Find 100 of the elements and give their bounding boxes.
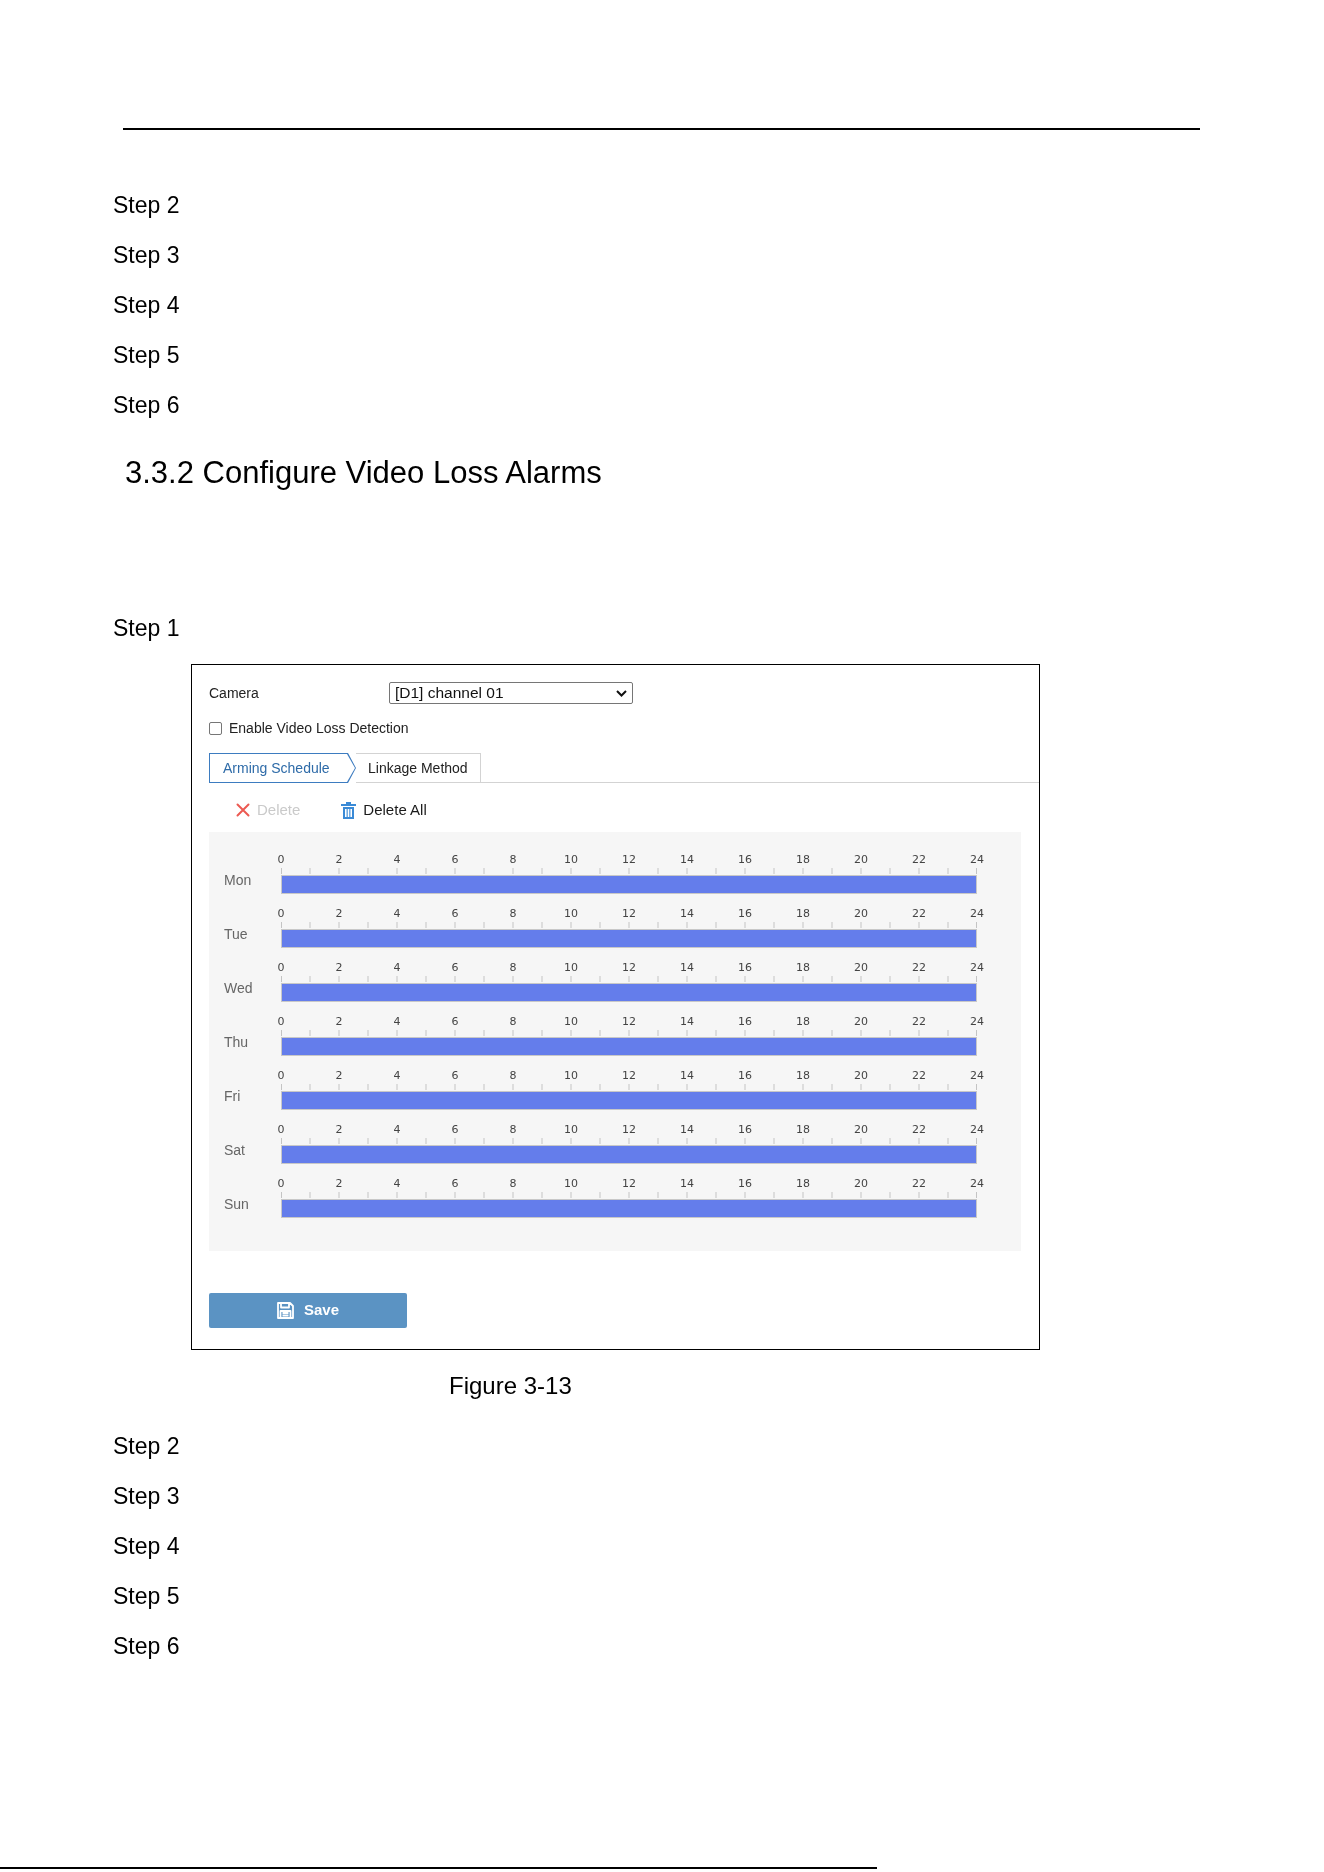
day-label: Tue: [224, 927, 249, 942]
tab[interactable]: Linkage Method: [356, 753, 481, 783]
hour-label: 14: [680, 1070, 694, 1082]
hour-label: 16: [738, 908, 752, 920]
step-label: Step 4: [113, 291, 180, 319]
hour-label: 4: [393, 1070, 401, 1082]
schedule-track[interactable]: [281, 1192, 977, 1218]
hour-label: 24: [970, 1124, 984, 1136]
schedule-track[interactable]: [281, 922, 977, 948]
hour-label: 20: [854, 962, 868, 974]
hour-label: 12: [622, 1070, 636, 1082]
hour-label: 10: [564, 962, 578, 974]
hour-label: 18: [796, 1178, 810, 1190]
hour-label: 0: [277, 908, 285, 920]
hour-label: 0: [277, 854, 285, 866]
chevron-down-icon: [616, 689, 627, 697]
hour-label: 12: [622, 1016, 636, 1028]
hour-label: 4: [393, 1016, 401, 1028]
hour-label: 0: [277, 962, 285, 974]
checkbox[interactable]: [209, 721, 222, 735]
hour-label: 14: [680, 1124, 694, 1136]
hour-label: 16: [738, 962, 752, 974]
step-label: Step 4: [113, 1532, 180, 1560]
step-label: Step 5: [113, 1582, 180, 1610]
hour-label: 2: [335, 908, 343, 920]
camera-label: Camera: [209, 683, 260, 703]
hour-label: 14: [680, 854, 694, 866]
tab[interactable]: Arming Schedule: [209, 753, 356, 783]
camera-select[interactable]: [D1] channel 01: [389, 682, 633, 704]
hour-label: 8: [509, 1124, 517, 1136]
step-label: Step 5: [113, 341, 180, 369]
hour-label: 2: [335, 1178, 343, 1190]
hour-label: 22: [912, 854, 926, 866]
step-label: Step 3: [113, 1482, 180, 1510]
hour-label: 24: [970, 1016, 984, 1028]
hour-label: 24: [970, 1070, 984, 1082]
hour-label: 20: [854, 1178, 868, 1190]
hour-label: 20: [854, 908, 868, 920]
day-label: Sun: [224, 1197, 250, 1212]
step-label: Step 1: [113, 614, 180, 642]
hour-label: 6: [451, 1016, 459, 1028]
hour-label: 18: [796, 854, 810, 866]
hour-label: 24: [970, 962, 984, 974]
hour-label: 4: [393, 854, 401, 866]
hour-label: 0: [277, 1070, 285, 1082]
hour-label: 10: [564, 1070, 578, 1082]
day-label: Fri: [224, 1089, 242, 1104]
day-label: Wed: [224, 981, 254, 996]
hour-label: 20: [854, 1124, 868, 1136]
hour-label: 18: [796, 1016, 810, 1028]
step-label: Step 6: [113, 1632, 180, 1660]
hour-label: 22: [912, 1178, 926, 1190]
schedule-track[interactable]: [281, 1084, 977, 1110]
schedule-track[interactable]: [281, 1138, 977, 1164]
hour-label: 14: [680, 908, 694, 920]
hour-label: 14: [680, 1178, 694, 1190]
delete-all-button[interactable]: Delete All: [341, 798, 427, 822]
hour-label: 20: [854, 1070, 868, 1082]
hour-label: 4: [393, 962, 401, 974]
step-label: Step 2: [113, 191, 180, 219]
hour-label: 18: [796, 908, 810, 920]
hour-label: 4: [393, 1178, 401, 1190]
hour-label: 14: [680, 962, 694, 974]
hour-label: 18: [796, 962, 810, 974]
hour-label: 24: [970, 908, 984, 920]
hour-label: 16: [738, 1016, 752, 1028]
hour-label: 16: [738, 1070, 752, 1082]
hour-label: 16: [738, 854, 752, 866]
hour-label: 4: [393, 908, 401, 920]
hour-label: 10: [564, 1178, 578, 1190]
hour-label: 22: [912, 1016, 926, 1028]
hour-label: 18: [796, 1124, 810, 1136]
hour-label: 22: [912, 908, 926, 920]
hour-label: 10: [564, 1124, 578, 1136]
checkbox-label: Enable Video Loss Detection: [229, 718, 409, 738]
hour-label: 16: [738, 1124, 752, 1136]
hour-label: 2: [335, 1070, 343, 1082]
hour-label: 8: [509, 908, 517, 920]
hour-label: 12: [622, 1178, 636, 1190]
schedule-track[interactable]: [281, 868, 977, 894]
hour-label: 10: [564, 908, 578, 920]
hour-label: 6: [451, 1124, 459, 1136]
hour-label: 22: [912, 962, 926, 974]
schedule-track[interactable]: [281, 976, 977, 1002]
hour-label: 8: [509, 962, 517, 974]
cross-icon: [236, 803, 250, 817]
section-heading: 3.3.2 Configure Video Loss Alarms: [125, 455, 602, 491]
hour-label: 8: [509, 1178, 517, 1190]
hour-label: 18: [796, 1070, 810, 1082]
hour-label: 22: [912, 1070, 926, 1082]
hour-label: 4: [393, 1124, 401, 1136]
trash-icon: [341, 801, 357, 819]
day-label: Mon: [224, 873, 253, 888]
hour-label: 12: [622, 908, 636, 920]
hour-label: 8: [509, 854, 517, 866]
schedule-track[interactable]: [281, 1030, 977, 1056]
hour-label: 2: [335, 854, 343, 866]
hour-label: 6: [451, 1070, 459, 1082]
day-label: Sat: [224, 1143, 246, 1158]
day-label: Thu: [224, 1035, 250, 1050]
